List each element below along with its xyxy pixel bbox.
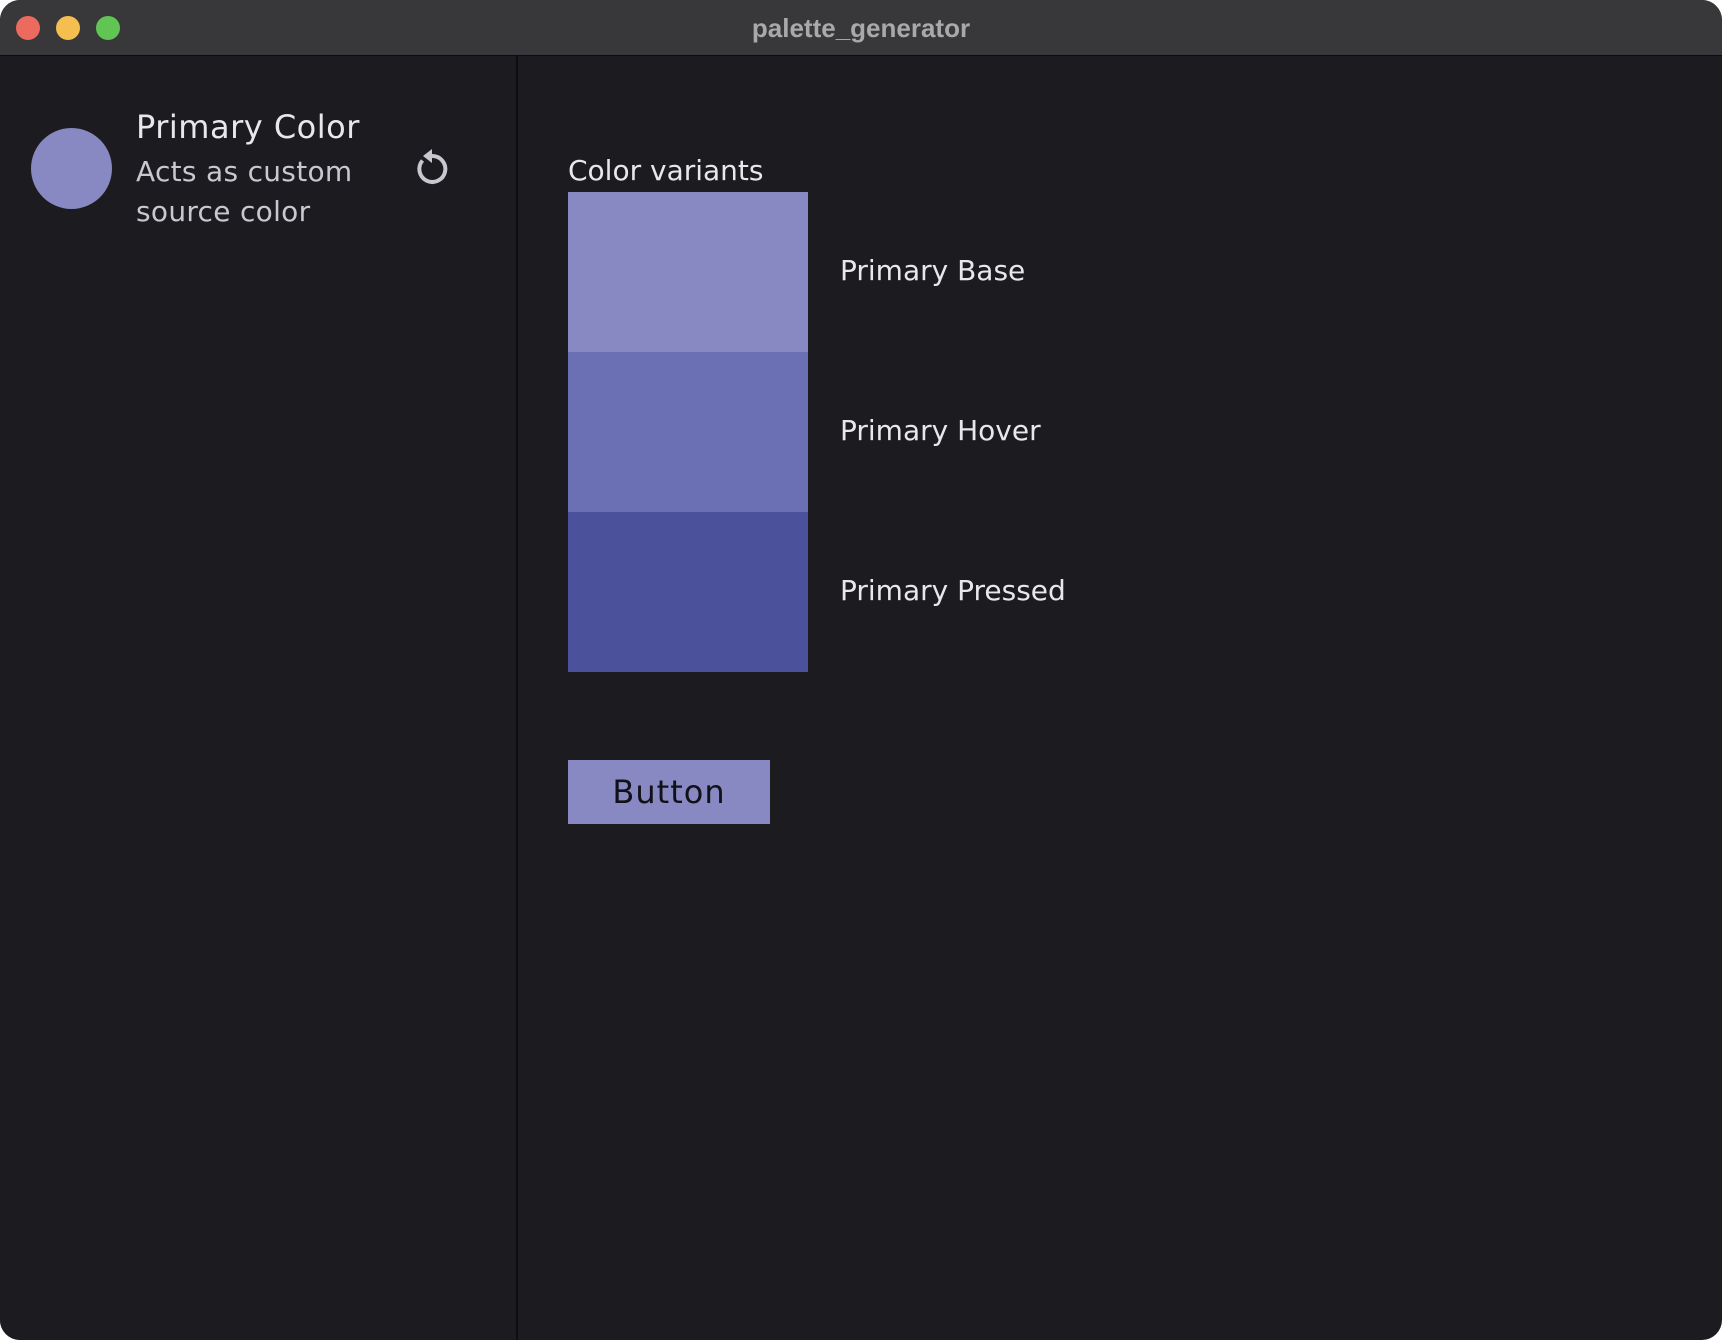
primary-base-label: Primary Base (840, 254, 1026, 287)
reset-icon (417, 149, 448, 184)
primary-hover-swatch (568, 352, 808, 512)
title-bar: palette_generator (0, 0, 1722, 56)
sidebar: Primary Color Acts as custom source colo… (0, 56, 518, 1340)
primary-color-title: Primary Color (136, 108, 360, 146)
app-window: palette_generator Primary Color Acts as … (0, 0, 1722, 1340)
primary-base-swatch (568, 192, 808, 352)
primary-pressed-swatch (568, 512, 808, 672)
main-panel: Color variants Primary Base Primary Hove… (518, 56, 1722, 1340)
primary-color-swatch[interactable] (31, 128, 112, 209)
primary-color-subtitle: Acts as custom source color (136, 155, 353, 228)
primary-pressed-label: Primary Pressed (840, 574, 1066, 607)
demo-button[interactable]: Button (568, 760, 770, 824)
color-variants-label: Color variants (568, 154, 764, 187)
window-title: palette_generator (751, 13, 971, 43)
reset-button[interactable] (408, 144, 456, 192)
primary-hover-label: Primary Hover (840, 414, 1041, 447)
